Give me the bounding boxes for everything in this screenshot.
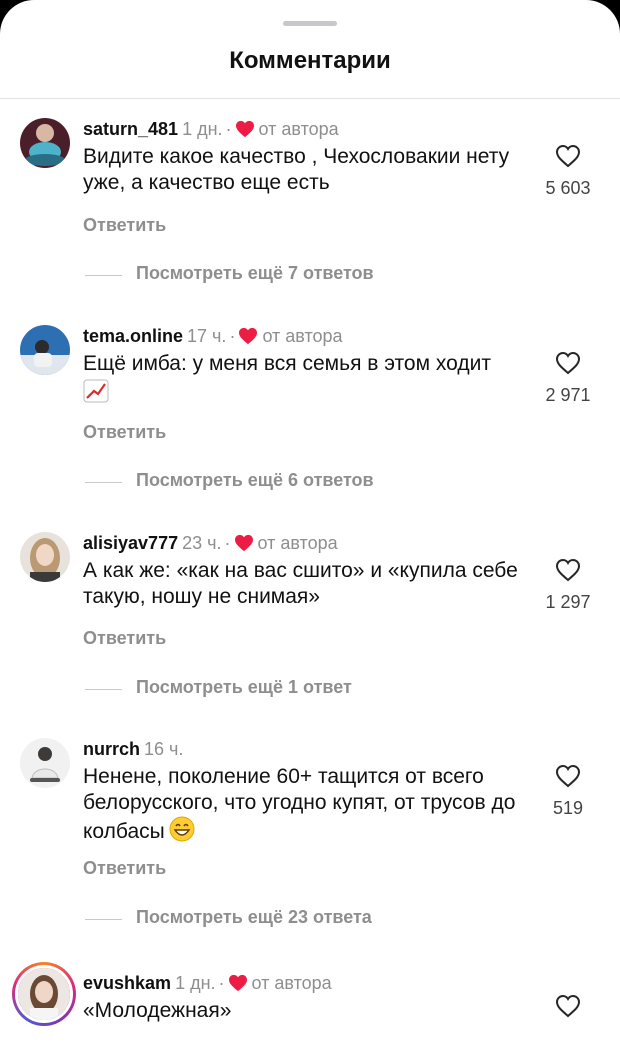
avatar[interactable] bbox=[20, 325, 70, 375]
chart-increasing-emoji bbox=[83, 379, 538, 410]
view-more-replies-label[interactable]: Посмотреть ещё 6 ответов bbox=[136, 470, 374, 491]
like-count: 519 bbox=[552, 798, 584, 818]
username[interactable]: tema.online bbox=[83, 326, 183, 346]
sheet-title: Комментарии bbox=[229, 47, 391, 74]
separator: · bbox=[218, 973, 225, 993]
username[interactable]: saturn_481 bbox=[83, 119, 178, 139]
comment-meta: nurrch 16 ч. bbox=[83, 738, 183, 760]
like-control: 5 603 bbox=[538, 144, 598, 199]
username[interactable]: nurrch bbox=[83, 739, 140, 759]
separator: · bbox=[225, 119, 232, 139]
comment-time: 1 дн. bbox=[182, 119, 223, 139]
avatar[interactable] bbox=[20, 118, 70, 168]
author-heart-icon bbox=[238, 327, 258, 350]
comment-time: 23 ч. bbox=[182, 533, 222, 553]
liked-by-author: от автора bbox=[251, 973, 332, 993]
separator: · bbox=[229, 326, 236, 346]
comment-text: Ещё имба: у меня вся семья в этом ходит bbox=[83, 351, 538, 410]
replies-divider-line bbox=[85, 689, 122, 690]
replies-divider-line bbox=[85, 275, 122, 276]
sheet-grabber[interactable] bbox=[283, 21, 337, 26]
username[interactable]: alisiyav777 bbox=[83, 533, 178, 553]
comment-time: 16 ч. bbox=[144, 739, 184, 759]
comments-sheet: Комментарии saturn_481 1 дн. · от автора Ви… bbox=[0, 0, 620, 1060]
comment-text-content: Ещё имба: у меня вся семья в этом ходит bbox=[83, 352, 491, 375]
username[interactable]: evushkam bbox=[83, 973, 171, 993]
comment-text: Видите какое качество , Чехословакии нет… bbox=[83, 145, 510, 194]
view-more-replies-label[interactable]: Посмотреть ещё 23 ответа bbox=[136, 907, 372, 928]
liked-by-author: от автора bbox=[257, 533, 338, 553]
like-count: 2 971 bbox=[545, 385, 591, 405]
reply-button[interactable]: Ответить bbox=[83, 858, 166, 879]
heart-outline-icon[interactable] bbox=[538, 351, 598, 375]
reply-button[interactable]: Ответить bbox=[83, 628, 166, 649]
like-control: 1 297 bbox=[538, 558, 598, 613]
heart-outline-icon[interactable] bbox=[538, 764, 598, 788]
reply-button[interactable]: Ответить bbox=[83, 215, 166, 236]
comment-time: 1 дн. bbox=[175, 973, 216, 993]
liked-by-author: от автора bbox=[262, 326, 343, 346]
author-heart-icon bbox=[234, 534, 254, 557]
reply-button[interactable]: Ответить bbox=[83, 422, 166, 443]
liked-by-author: от автора bbox=[258, 119, 339, 139]
replies-divider-line bbox=[85, 919, 122, 920]
avatar-story-ring[interactable] bbox=[12, 962, 76, 1026]
comment-text-content: Ненене, поколение 60+ тащится от всего б… bbox=[83, 765, 516, 843]
comment-meta: alisiyav777 23 ч. · от автора bbox=[83, 532, 338, 557]
comment-time: 17 ч. bbox=[187, 326, 227, 346]
like-control: 2 971 bbox=[538, 351, 598, 406]
comment-text: «Молодежная» bbox=[83, 999, 232, 1022]
like-count: 5 603 bbox=[545, 178, 591, 198]
avatar[interactable] bbox=[20, 532, 70, 582]
replies-divider-line bbox=[85, 482, 122, 483]
comment-text: А как же: «как на вас сшито» и «купила с… bbox=[83, 559, 518, 608]
grinning-face-emoji bbox=[169, 816, 195, 849]
heart-outline-icon[interactable] bbox=[538, 994, 598, 1018]
like-count: 1 297 bbox=[545, 592, 591, 612]
avatar bbox=[15, 965, 73, 1023]
avatar[interactable] bbox=[20, 738, 70, 788]
like-control: 519 bbox=[538, 764, 598, 819]
like-control bbox=[538, 994, 598, 1018]
comment-meta: evushkam 1 дн. · от автора bbox=[83, 972, 332, 997]
view-more-replies-label[interactable]: Посмотреть ещё 1 ответ bbox=[136, 677, 352, 698]
separator: · bbox=[224, 533, 231, 553]
author-heart-icon bbox=[228, 974, 248, 997]
heart-outline-icon[interactable] bbox=[538, 144, 598, 168]
view-more-replies-label[interactable]: Посмотреть ещё 7 ответов bbox=[136, 263, 374, 284]
heart-outline-icon[interactable] bbox=[538, 558, 598, 582]
header-divider bbox=[0, 98, 620, 99]
comment-text: Ненене, поколение 60+ тащится от всего б… bbox=[83, 764, 538, 849]
author-heart-icon bbox=[235, 120, 255, 143]
comment-meta: tema.online 17 ч. · от автора bbox=[83, 325, 343, 350]
comment-meta: saturn_481 1 дн. · от автора bbox=[83, 118, 339, 143]
